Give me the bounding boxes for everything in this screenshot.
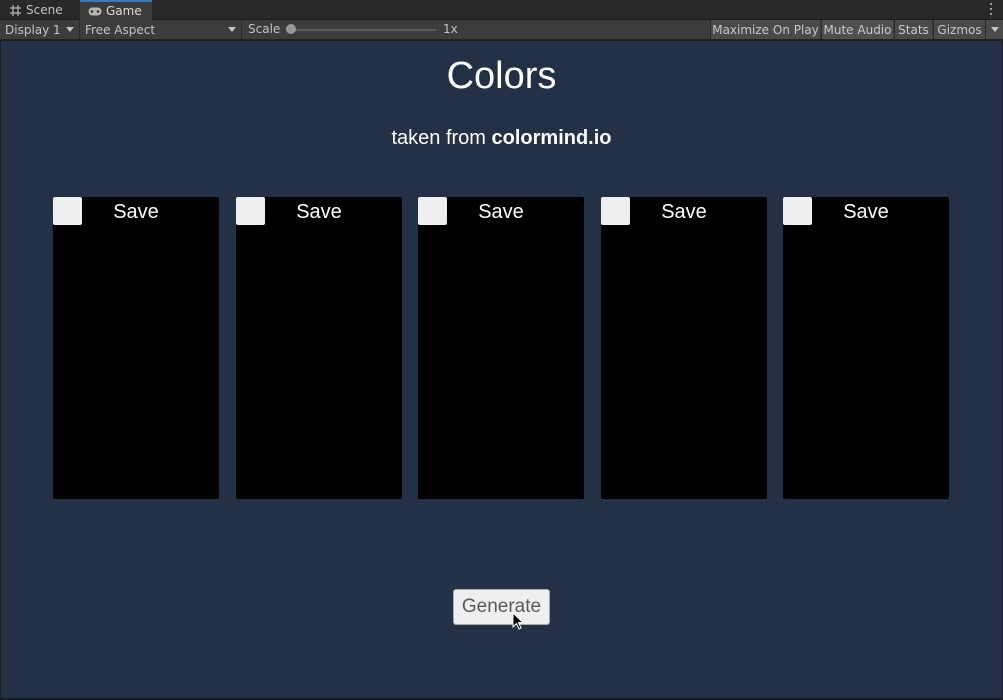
tab-label: Game [106, 4, 142, 18]
display-dropdown-label: Display 1 [5, 22, 61, 37]
game-view: Colors taken from colormind.io Save Save… [1, 41, 1002, 698]
subtitle-prefix: taken from [391, 127, 486, 149]
scale-label: Scale [248, 22, 281, 36]
color-swatch-card: Save [418, 197, 584, 499]
editor-tab-bar: Scene Game [0, 0, 1003, 20]
mute-audio-toggle[interactable]: Mute Audio [821, 20, 893, 39]
color-swatch-card: Save [783, 197, 949, 499]
scale-value: 1x [443, 22, 458, 36]
maximize-on-play-toggle[interactable]: Maximize On Play [710, 20, 820, 39]
scale-slider-handle[interactable] [286, 24, 296, 34]
more-options-icon[interactable] [987, 2, 995, 16]
save-label: Save [113, 201, 159, 223]
save-label: Save [296, 201, 342, 223]
color-swatch-card: Save [236, 197, 402, 499]
scale-slider-track[interactable] [290, 29, 436, 31]
chevron-down-icon [228, 27, 236, 32]
color-swatch-card: Save [601, 197, 767, 499]
gamepad-icon [88, 5, 102, 17]
save-label: Save [843, 201, 889, 223]
aspect-dropdown[interactable]: Free Aspect [80, 20, 242, 39]
chevron-down-icon [66, 27, 74, 32]
aspect-dropdown-label: Free Aspect [85, 22, 156, 37]
save-label: Save [478, 201, 524, 223]
tab-game[interactable]: Game [80, 0, 152, 20]
mouse-cursor-icon [512, 612, 525, 630]
gizmos-toggle[interactable]: Gizmos [933, 20, 985, 39]
page-title: Colors [446, 55, 557, 97]
subtitle-source: colormind.io [491, 127, 612, 149]
tab-label: Scene [26, 3, 63, 17]
grid-icon [8, 4, 22, 16]
page-subtitle: taken from colormind.io [1, 127, 1002, 150]
display-dropdown[interactable]: Display 1 [0, 20, 80, 39]
chevron-down-icon [990, 27, 999, 32]
save-label: Save [661, 201, 707, 223]
game-toolbar: Display 1 Free Aspect Scale 1x Maximize … [0, 20, 1003, 40]
generate-button[interactable]: Generate [453, 589, 550, 625]
stats-toggle[interactable]: Stats [894, 20, 932, 39]
tab-scene[interactable]: Scene [0, 0, 79, 20]
color-swatch-card: Save [53, 197, 219, 499]
gizmos-dropdown[interactable] [985, 20, 1003, 39]
